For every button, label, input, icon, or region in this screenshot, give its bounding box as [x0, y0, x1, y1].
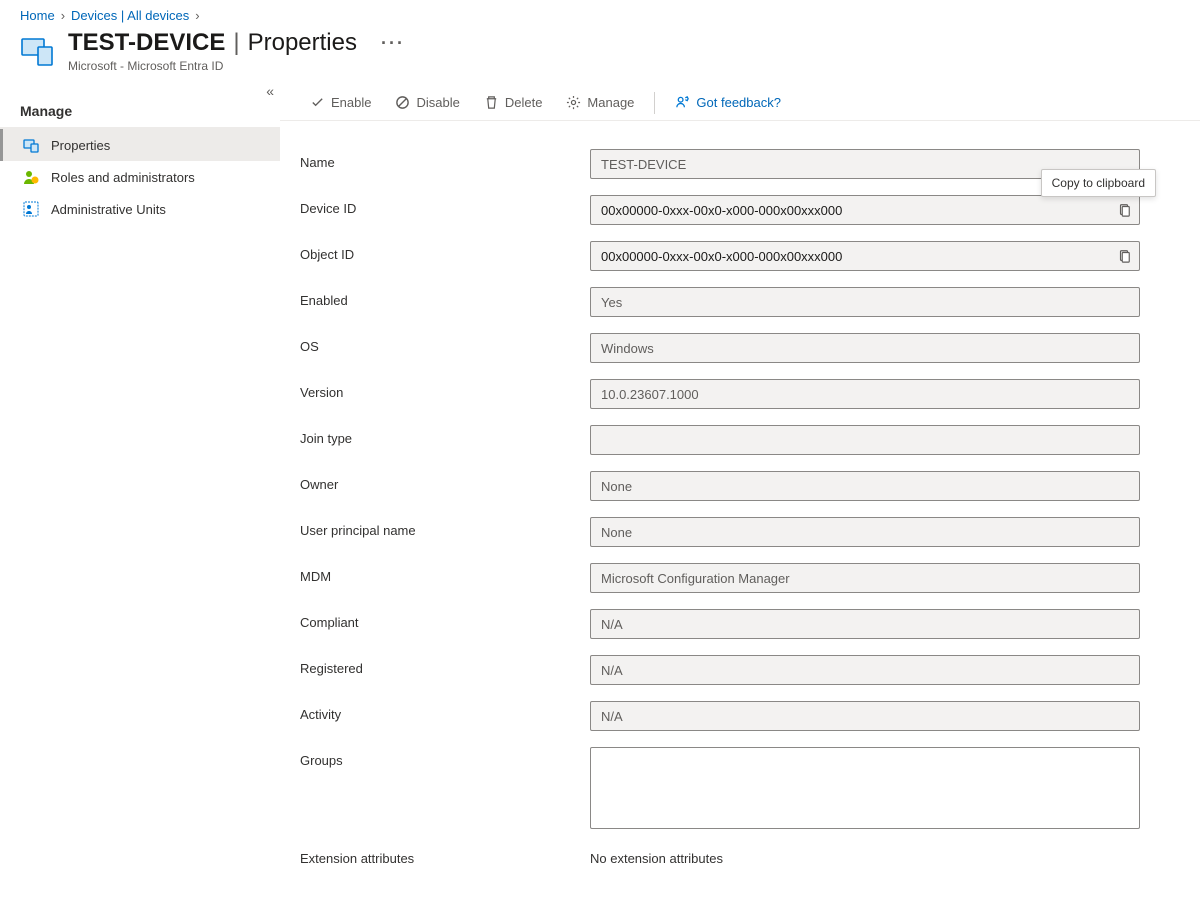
properties-form: Name Device ID Copy to clipboard Object … — [280, 121, 1200, 902]
sidebar-heading: Manage — [0, 85, 280, 129]
toolbar-label: Delete — [505, 95, 543, 110]
sidebar-item-label: Roles and administrators — [51, 170, 195, 185]
feedback-button[interactable]: Got feedback? — [665, 91, 791, 114]
field-ext-attr: No extension attributes — [590, 845, 723, 866]
field-registered[interactable] — [590, 655, 1140, 685]
sidebar-item-label: Properties — [51, 138, 110, 153]
toolbar-label: Manage — [587, 95, 634, 110]
field-object-id[interactable] — [590, 241, 1140, 271]
copy-device-id-button[interactable] — [1109, 196, 1139, 224]
sidebar: « Manage Properties Roles and administra… — [0, 85, 280, 895]
field-join-type[interactable] — [590, 425, 1140, 455]
toolbar-label: Disable — [416, 95, 459, 110]
page-title-device: TEST-DEVICE — [68, 29, 225, 57]
field-activity[interactable] — [590, 701, 1140, 731]
copy-tooltip: Copy to clipboard — [1041, 169, 1156, 197]
trash-icon — [484, 95, 499, 110]
label-upn: User principal name — [300, 517, 590, 538]
breadcrumb: Home › Devices | All devices › — [0, 0, 1200, 27]
label-join-type: Join type — [300, 425, 590, 446]
page-header: TEST-DEVICE | Properties ··· Microsoft -… — [0, 27, 1200, 85]
sidebar-item-label: Administrative Units — [51, 202, 166, 217]
main-panel: Enable Disable Delete Manage Got feedbac… — [280, 85, 1200, 895]
clipboard-icon — [1117, 249, 1131, 263]
label-registered: Registered — [300, 655, 590, 676]
field-compliant[interactable] — [590, 609, 1140, 639]
enable-button[interactable]: Enable — [300, 91, 381, 114]
toolbar-label: Enable — [331, 95, 371, 110]
clipboard-icon — [1117, 203, 1131, 217]
label-name: Name — [300, 149, 590, 170]
gear-icon — [566, 95, 581, 110]
breadcrumb-devices[interactable]: Devices | All devices — [71, 8, 189, 23]
admin-units-icon — [23, 201, 39, 217]
toolbar-divider — [654, 92, 655, 114]
title-separator: | — [233, 29, 239, 57]
label-enabled: Enabled — [300, 287, 590, 308]
label-os: OS — [300, 333, 590, 354]
field-enabled[interactable] — [590, 287, 1140, 317]
label-owner: Owner — [300, 471, 590, 492]
disable-button[interactable]: Disable — [385, 91, 469, 114]
label-compliant: Compliant — [300, 609, 590, 630]
roles-icon — [23, 169, 39, 185]
label-version: Version — [300, 379, 590, 400]
toolbar: Enable Disable Delete Manage Got feedbac… — [280, 85, 1200, 121]
label-device-id: Device ID — [300, 195, 590, 216]
field-version[interactable] — [590, 379, 1140, 409]
blocked-icon — [395, 95, 410, 110]
check-icon — [310, 95, 325, 110]
label-activity: Activity — [300, 701, 590, 722]
breadcrumb-home[interactable]: Home — [20, 8, 55, 23]
label-ext-attr: Extension attributes — [300, 845, 590, 866]
field-mdm[interactable] — [590, 563, 1140, 593]
collapse-sidebar-icon[interactable]: « — [266, 83, 274, 99]
copy-object-id-button[interactable] — [1109, 242, 1139, 270]
properties-icon — [23, 137, 39, 153]
chevron-right-icon: › — [61, 8, 65, 23]
field-owner[interactable] — [590, 471, 1140, 501]
field-os[interactable] — [590, 333, 1140, 363]
field-groups[interactable] — [590, 747, 1140, 829]
field-device-id[interactable] — [590, 195, 1140, 225]
toolbar-label: Got feedback? — [696, 95, 781, 110]
field-upn[interactable] — [590, 517, 1140, 547]
delete-button[interactable]: Delete — [474, 91, 553, 114]
feedback-icon — [675, 95, 690, 110]
page-title-section: Properties — [248, 29, 357, 57]
sidebar-item-roles[interactable]: Roles and administrators — [0, 161, 280, 193]
page-subtitle: Microsoft - Microsoft Entra ID — [68, 59, 405, 73]
sidebar-item-admin-units[interactable]: Administrative Units — [0, 193, 280, 225]
device-icon — [20, 33, 56, 69]
manage-button[interactable]: Manage — [556, 91, 644, 114]
chevron-right-icon: › — [195, 8, 199, 23]
label-groups: Groups — [300, 747, 590, 768]
sidebar-item-properties[interactable]: Properties — [0, 129, 280, 161]
label-object-id: Object ID — [300, 241, 590, 262]
label-mdm: MDM — [300, 563, 590, 584]
more-button[interactable]: ··· — [381, 33, 405, 54]
